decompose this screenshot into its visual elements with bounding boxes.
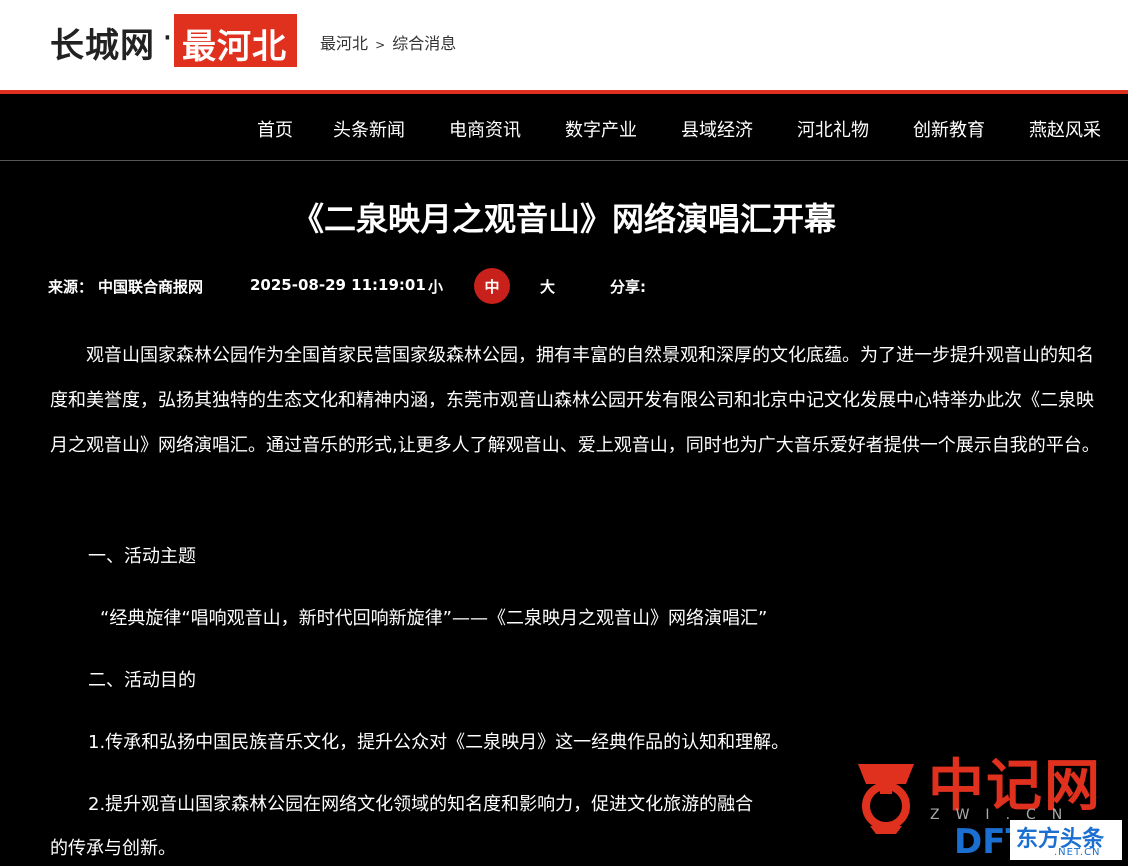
nav-item-ecommerce[interactable]: 电商资讯 bbox=[449, 116, 521, 142]
section-heading-goals: 二、活动目的 bbox=[88, 670, 196, 691]
goal-item-2: 2.提升观音山国家森林公园在网络文化领域的知名度和影响力，促进文化旅游的融合 bbox=[88, 794, 754, 815]
source-label: 来源： bbox=[48, 278, 94, 296]
article-title: 《二泉映月之观音山》网络演唱汇开幕 bbox=[291, 200, 836, 238]
site-header: 长城网 · 最河北 最河北 > 综合消息 bbox=[0, 0, 1128, 90]
nav-item-headlines[interactable]: 头条新闻 bbox=[333, 116, 405, 142]
goal-item-1: 1.传承和弘扬中国民族音乐文化，提升公众对《二泉映月》这一经典作品的认知和理解。 bbox=[88, 732, 790, 753]
site-logo-main[interactable]: 长城网 bbox=[50, 18, 155, 67]
section-heading-theme: 一、活动主题 bbox=[88, 546, 196, 567]
font-size-small-button[interactable]: 小 bbox=[428, 276, 443, 297]
source-name: 中国联合商报网 bbox=[98, 278, 204, 296]
nav-item-digital[interactable]: 数字产业 bbox=[565, 116, 637, 142]
font-size-large-button[interactable]: 大 bbox=[540, 276, 555, 297]
breadcrumb-separator: > bbox=[375, 38, 386, 52]
nav-item-style[interactable]: 燕赵风采 bbox=[1029, 116, 1101, 142]
publish-time: 2025-08-29 11:19:01 bbox=[250, 276, 426, 294]
channel-logo-label: 最河北 bbox=[182, 27, 287, 67]
font-size-medium-button[interactable]: 中 bbox=[474, 268, 510, 304]
dongfang-badge: 东方头条 .NET.CN bbox=[1010, 820, 1122, 860]
breadcrumb-home[interactable]: 最河北 bbox=[320, 34, 368, 53]
channel-logo[interactable]: 最河北 bbox=[174, 14, 297, 67]
logo-separator: · bbox=[162, 18, 173, 58]
font-size-medium-label: 中 bbox=[484, 278, 500, 296]
breadcrumb-current[interactable]: 综合消息 bbox=[392, 34, 456, 53]
nav-item-county[interactable]: 县域经济 bbox=[681, 116, 753, 142]
breadcrumb: 最河北 > 综合消息 bbox=[320, 30, 458, 54]
nav-divider bbox=[0, 160, 1128, 161]
goal-item-2-continued: 的传承与创新。 bbox=[50, 838, 176, 859]
article-intro: 观音山国家森林公园作为全国首家民营国家级森林公园，拥有丰富的自然景观和深厚的文化… bbox=[50, 345, 1100, 456]
nav-item-gifts[interactable]: 河北礼物 bbox=[797, 116, 869, 142]
watermark: 中记网 ZWI.CN DFTT 东方头条 .NET.CN bbox=[850, 755, 1122, 862]
nav-item-home[interactable]: 首页 bbox=[257, 116, 293, 142]
nav-item-education[interactable]: 创新教育 bbox=[913, 116, 985, 142]
theme-text: “经典旋律“唱响观音山，新时代回响新旋律”——《二泉映月之观音山》网络演唱汇” bbox=[100, 608, 768, 629]
dongfang-domain: .NET.CN bbox=[1054, 847, 1101, 858]
main-nav: 首页 头条新闻 电商资讯 数字产业 县域经济 河北礼物 创新教育 燕赵风采 bbox=[0, 94, 1128, 160]
share-label: 分享: bbox=[610, 278, 646, 296]
zhongji-logo-icon bbox=[858, 764, 914, 834]
